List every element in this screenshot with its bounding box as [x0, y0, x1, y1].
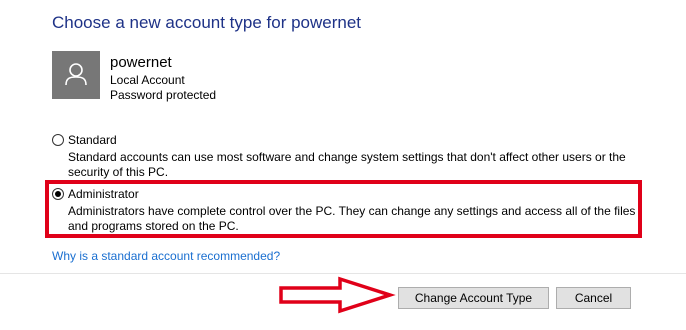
change-account-type-button[interactable]: Change Account Type	[398, 287, 549, 309]
password-status-label: Password protected	[110, 88, 217, 102]
page-title: Choose a new account type for powernet	[52, 13, 362, 32]
user-silhouette-icon	[65, 63, 87, 86]
standard-description: Standard accounts can use most software …	[68, 150, 626, 179]
avatar	[52, 51, 100, 99]
right-arrow-icon	[279, 276, 396, 314]
standard-account-help-link[interactable]: Why is a standard account recommended?	[52, 249, 280, 263]
account-type-label: Local Account	[110, 73, 185, 87]
user-name: powernet	[110, 54, 172, 71]
standard-radio[interactable]	[52, 134, 64, 146]
divider	[0, 273, 686, 274]
standard-label[interactable]: Standard	[68, 133, 117, 147]
cancel-button[interactable]: Cancel	[556, 287, 631, 309]
highlight-box	[45, 180, 642, 238]
